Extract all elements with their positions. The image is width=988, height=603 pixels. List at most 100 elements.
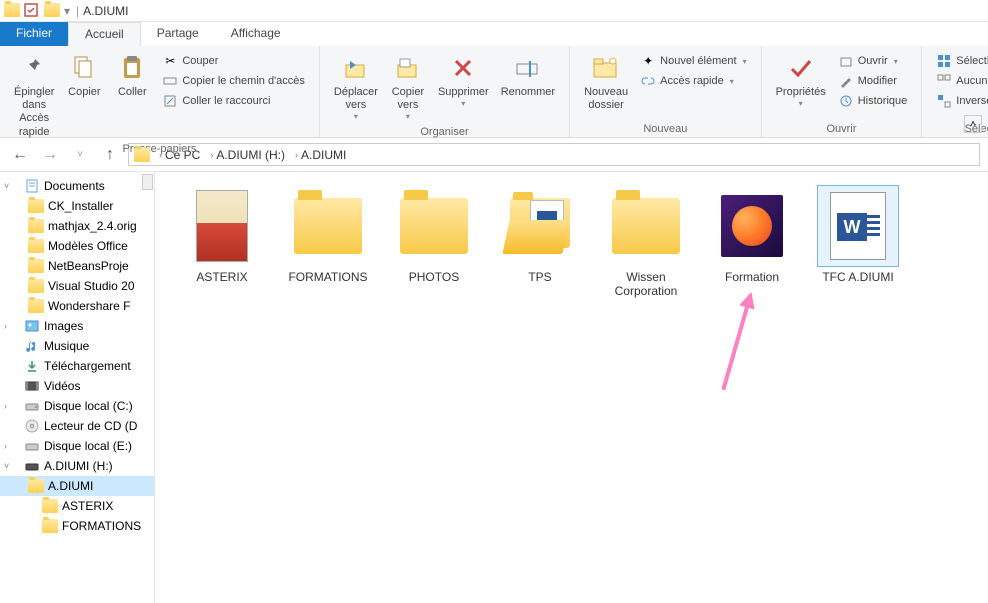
folder-icon — [28, 258, 44, 274]
tree-wonder[interactable]: Wondershare F — [0, 296, 154, 316]
tab-file[interactable]: Fichier — [0, 22, 68, 46]
firefox-thumb — [712, 186, 792, 266]
copy-to-button[interactable]: Copier vers▾ — [384, 50, 432, 124]
tree-documents[interactable]: ˅Documents — [0, 176, 154, 196]
copy-icon — [68, 52, 100, 84]
group-label-new: Nouveau — [578, 121, 753, 137]
ribbon-group-open: Propriétés▾ Ouvrir▾ Modifier Historique … — [762, 46, 923, 137]
cut-button[interactable]: ✂Couper — [160, 52, 307, 70]
group-label-open: Ouvrir — [770, 121, 914, 137]
history-icon — [838, 93, 854, 109]
edit-icon — [838, 73, 854, 89]
tree-vs[interactable]: Visual Studio 20 — [0, 276, 154, 296]
invert-icon — [936, 93, 952, 109]
ribbon-tabs: Fichier Accueil Partage Affichage — [0, 22, 988, 46]
tree-cd[interactable]: Lecteur de CD (D — [0, 416, 154, 436]
shortcut-icon — [162, 93, 178, 109]
images-icon — [24, 318, 40, 334]
chevron-down-icon[interactable]: ▾ — [64, 4, 70, 18]
item-tps[interactable]: TPS — [487, 186, 593, 299]
tree-music[interactable]: Musique — [0, 336, 154, 356]
music-icon — [24, 338, 40, 354]
history-button[interactable]: Historique — [836, 92, 910, 110]
tree-videos[interactable]: Vidéos — [0, 376, 154, 396]
select-all-button[interactable]: Sélectionner tout — [934, 52, 988, 70]
item-formation[interactable]: Formation — [699, 186, 805, 299]
folder-icon — [28, 198, 44, 214]
tree-diske[interactable]: ›Disque local (E:) — [0, 436, 154, 456]
scissors-icon: ✂ — [162, 53, 178, 69]
new-folder-icon — [590, 52, 622, 84]
ribbon-group-new: Nouveau dossier ✦Nouvel élément▾ Accès r… — [570, 46, 762, 137]
item-wissen[interactable]: Wissen Corporation — [593, 186, 699, 299]
open-icon — [838, 53, 854, 69]
folder-icon — [28, 298, 44, 314]
ribbon-group-organize: Déplacer vers▾ Copier vers▾ Supprimer▾ R… — [320, 46, 570, 137]
tree-adiumi[interactable]: A.DIUMI — [0, 476, 154, 496]
annotation-arrow — [721, 293, 752, 390]
delete-button[interactable]: Supprimer▾ — [432, 50, 495, 111]
select-none-button[interactable]: Aucun — [934, 72, 988, 90]
item-asterix[interactable]: ASTERIX — [169, 186, 275, 299]
tree-diskc[interactable]: ›Disque local (C:) — [0, 396, 154, 416]
select-all-icon — [936, 53, 952, 69]
move-to-button[interactable]: Déplacer vers▾ — [328, 50, 384, 124]
tab-share[interactable]: Partage — [141, 22, 215, 46]
save-icon[interactable] — [24, 3, 40, 19]
item-tfc[interactable]: W TFC A.DIUMI — [805, 186, 911, 299]
tree-formations[interactable]: FORMATIONS — [0, 516, 154, 536]
ribbon-collapse-button[interactable]: ˄ — [964, 115, 982, 133]
move-icon — [340, 52, 372, 84]
ribbon-group-clipboard: Épingler dans Accès rapide Copier Coller… — [0, 46, 320, 137]
document-icon — [24, 178, 40, 194]
invert-selection-button[interactable]: Inverser la sélection — [934, 92, 988, 110]
tree-downloads[interactable]: Téléchargement — [0, 356, 154, 376]
nav-tree[interactable]: ˅Documents CK_Installer mathjax_2.4.orig… — [0, 172, 155, 603]
tree-mathjax[interactable]: mathjax_2.4.orig — [0, 216, 154, 236]
paste-shortcut-button[interactable]: Coller le raccourci — [160, 92, 307, 110]
delete-icon — [447, 52, 479, 84]
tree-ck[interactable]: CK_Installer — [0, 196, 154, 216]
folder-icon — [44, 3, 60, 19]
copy-path-button[interactable]: Copier le chemin d'accès — [160, 72, 307, 90]
item-photos[interactable]: PHOTOS — [381, 186, 487, 299]
download-icon — [24, 358, 40, 374]
folder-icon — [28, 238, 44, 254]
tree-driveh[interactable]: ˅A.DIUMI (H:) — [0, 456, 154, 476]
new-folder-button[interactable]: Nouveau dossier — [578, 50, 634, 114]
file-list[interactable]: ASTERIX FORMATIONS PHOTOS TPS Wissen Cor… — [155, 172, 988, 603]
drive-icon — [24, 438, 40, 454]
tree-modeles[interactable]: Modèles Office — [0, 236, 154, 256]
word-thumb: W — [818, 186, 898, 266]
properties-button[interactable]: Propriétés▾ — [770, 50, 832, 111]
pin-quick-access-button[interactable]: Épingler dans Accès rapide — [8, 50, 60, 141]
rename-button[interactable]: Renommer — [495, 50, 561, 101]
tree-asterix[interactable]: ASTERIX — [0, 496, 154, 516]
tab-home[interactable]: Accueil — [68, 22, 141, 46]
paste-button[interactable]: Coller — [108, 50, 156, 101]
checkmark-icon — [785, 52, 817, 84]
titlebar: ▾ | A.DIUMI — [0, 0, 988, 22]
new-item-button[interactable]: ✦Nouvel élément▾ — [638, 52, 748, 70]
folder-icon — [28, 278, 44, 294]
tab-view[interactable]: Affichage — [215, 22, 297, 46]
folder-thumb — [394, 186, 474, 266]
drive-icon — [24, 398, 40, 414]
folder-thumb — [500, 186, 580, 266]
title-separator: | — [76, 4, 79, 18]
main: ˅Documents CK_Installer mathjax_2.4.orig… — [0, 172, 988, 603]
rename-icon — [512, 52, 544, 84]
item-formations[interactable]: FORMATIONS — [275, 186, 381, 299]
path-icon — [162, 73, 178, 89]
ribbon: Épingler dans Accès rapide Copier Coller… — [0, 46, 988, 138]
tree-images[interactable]: ›Images — [0, 316, 154, 336]
tree-netbeans[interactable]: NetBeansProje — [0, 256, 154, 276]
folder-icon — [42, 518, 58, 534]
edit-button[interactable]: Modifier — [836, 72, 910, 90]
folder-icon — [42, 498, 58, 514]
open-button[interactable]: Ouvrir▾ — [836, 52, 910, 70]
quick-access-button[interactable]: Accès rapide▾ — [638, 72, 748, 90]
copy-button[interactable]: Copier — [60, 50, 108, 101]
window-title: A.DIUMI — [83, 4, 128, 18]
folder-thumb — [182, 186, 262, 266]
